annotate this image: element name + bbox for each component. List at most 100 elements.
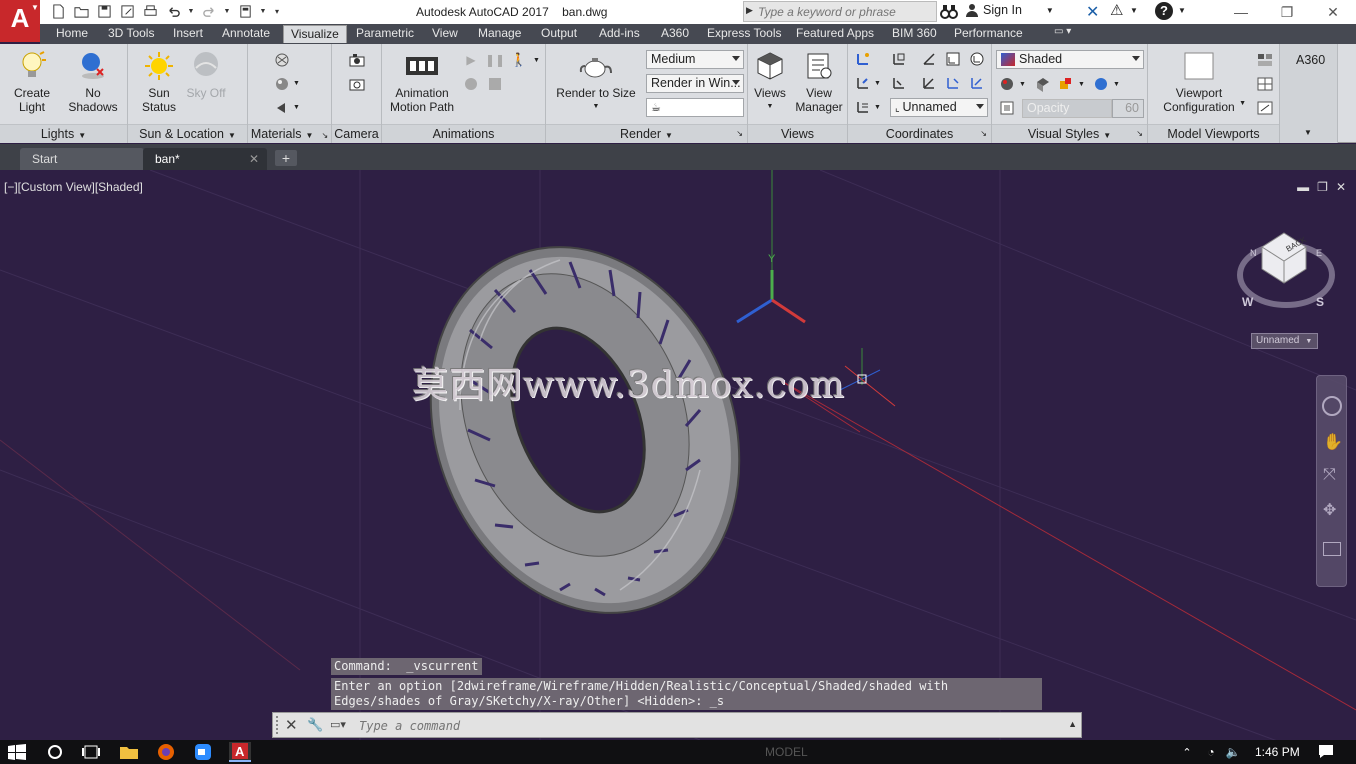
undo-icon[interactable] <box>163 2 183 21</box>
viewcube-ucs-menu[interactable]: Unnamed ▼ <box>1251 333 1318 349</box>
ucs-origin-icon[interactable] <box>920 51 938 67</box>
render-quality-dropdown[interactable]: Medium <box>646 50 744 69</box>
views-button[interactable]: Views ▼ <box>750 50 790 114</box>
chevron-down-icon[interactable]: ▼ <box>222 2 232 21</box>
print-icon[interactable] <box>140 2 160 21</box>
tab-output[interactable]: Output <box>541 26 577 40</box>
firefox-icon[interactable] <box>155 742 177 762</box>
tab-insert[interactable]: Insert <box>173 26 203 40</box>
new-tab-button[interactable]: + <box>275 150 297 166</box>
minimize-icon[interactable]: ▬ <box>1297 180 1309 194</box>
restore-icon[interactable]: ❐ <box>1317 180 1328 194</box>
save-as-icon[interactable] <box>117 2 137 21</box>
exchange-apps-icon[interactable]: ✕ <box>1086 2 1099 22</box>
tab-parametric[interactable]: Parametric <box>356 26 414 40</box>
chevron-down-icon[interactable]: ▼ <box>874 80 881 87</box>
chevron-up-icon[interactable]: ▲ <box>1068 719 1077 729</box>
edge-effects-icon[interactable] <box>1056 76 1074 92</box>
wrench-icon[interactable]: 🔧 <box>307 717 323 733</box>
save-icon[interactable] <box>94 2 114 21</box>
autocad-taskbar-icon[interactable]: A <box>229 742 251 762</box>
play-arrow-icon[interactable]: ▶ <box>746 5 756 16</box>
tire-model[interactable] <box>377 200 792 660</box>
ucs-name-dropdown[interactable]: ⌞ Unnamed <box>890 98 988 117</box>
sign-in-button[interactable]: Sign In ▼ <box>965 3 1054 17</box>
restore-icon[interactable]: ❐ <box>1264 0 1310 24</box>
command-prompt-icon[interactable]: ▭▾ <box>330 718 354 733</box>
command-input[interactable] <box>359 717 1059 734</box>
redo-icon[interactable] <box>199 2 219 21</box>
show-hidden-icons-icon[interactable]: ⌃ <box>1176 742 1198 762</box>
windows-start-icon[interactable] <box>8 744 26 760</box>
panel-title[interactable]: Lights ▼ <box>0 124 127 143</box>
orbit-icon[interactable]: ✥ <box>1323 500 1336 520</box>
ribbon-display-toggle-icon[interactable]: ▭ ▾ <box>1054 26 1071 37</box>
stop-icon[interactable] <box>486 76 504 92</box>
showmotion-icon[interactable] <box>1323 542 1341 556</box>
chevron-down-icon[interactable]: ▼ <box>1130 6 1138 15</box>
panel-title[interactable]: Render ▼ ↘ <box>546 124 747 143</box>
cortana-search-icon[interactable] <box>44 742 66 762</box>
chevron-down-icon[interactable]: ▼ <box>1178 6 1186 15</box>
ucs-z-icon[interactable] <box>944 75 962 91</box>
help-icon[interactable]: ? <box>1155 2 1173 20</box>
render-output-field[interactable]: ☕ <box>646 98 744 117</box>
chevron-down-icon[interactable]: ▼ <box>1304 128 1312 137</box>
ucs-view-icon[interactable] <box>944 51 962 67</box>
chevron-down-icon[interactable]: ▼ <box>186 2 196 21</box>
tab-home[interactable]: Home <box>56 26 88 40</box>
dialog-launcher-icon[interactable]: ↘ <box>736 125 743 143</box>
restore-viewport-icon[interactable] <box>1256 100 1274 116</box>
doc-tab-start[interactable]: Start <box>20 148 144 170</box>
ucs-object-icon[interactable] <box>968 51 986 67</box>
search-box[interactable]: ▶ <box>743 1 937 22</box>
chevron-down-icon[interactable]: ▼ <box>1078 81 1085 88</box>
panel-title[interactable]: Animations <box>382 124 545 143</box>
doc-tab-ban[interactable]: ban* ✕ <box>143 148 267 170</box>
close-icon[interactable]: ✕ <box>249 152 259 166</box>
pan-hand-icon[interactable]: ✋ <box>1323 432 1343 452</box>
camera-display-icon[interactable] <box>348 76 366 92</box>
named-viewports-icon[interactable] <box>1256 52 1274 68</box>
chevron-down-icon[interactable]: ▼ <box>874 104 881 111</box>
drawing-viewport[interactable]: Y [−][Custom View][Shaded] ▬ ❐ ✕ 莫西网www.… <box>0 170 1356 740</box>
visual-effects-icon[interactable] <box>998 76 1016 92</box>
autodesk-a360-icon[interactable]: ⚠ <box>1110 1 1123 19</box>
view-manager-button[interactable]: View Manager <box>792 50 846 114</box>
material-sphere-icon[interactable] <box>273 76 291 92</box>
animation-motion-path-button[interactable]: Animation Motion Path <box>386 50 458 114</box>
dialog-launcher-icon[interactable]: ↘ <box>321 131 328 140</box>
chevron-down-icon[interactable]: ▼ <box>293 104 300 111</box>
panel-title[interactable]: Visual Styles ▼ ↘ <box>992 124 1147 143</box>
a360-label[interactable]: A360 <box>1296 53 1325 67</box>
xray-icon[interactable] <box>998 100 1016 116</box>
ucs-previous-icon[interactable] <box>854 75 872 91</box>
tab-express-tools[interactable]: Express Tools <box>707 26 781 40</box>
render-target-dropdown[interactable]: Render in Win... <box>646 74 744 93</box>
walk-icon[interactable]: 🚶 <box>510 52 528 68</box>
play-icon[interactable]: ▶ <box>462 52 480 68</box>
close-icon[interactable]: ✕ <box>1336 180 1346 194</box>
tab-3d-tools[interactable]: 3D Tools <box>108 26 154 40</box>
search-input[interactable] <box>758 3 934 20</box>
viewport-configuration-button[interactable]: Viewport Configuration ▼ <box>1154 50 1246 114</box>
lighting-icon[interactable] <box>1092 76 1110 92</box>
ucs-x-icon[interactable] <box>890 75 908 91</box>
tab-bim-360[interactable]: BIM 360 <box>892 26 937 40</box>
wifi-icon[interactable]: ◔ <box>1200 742 1222 762</box>
zoom-app-icon[interactable] <box>192 742 214 762</box>
sky-off-button[interactable]: Sky Off <box>182 50 230 100</box>
panel-title[interactable]: Materials ▼ ↘ <box>248 124 331 143</box>
open-folder-icon[interactable] <box>71 2 91 21</box>
tab-visualize[interactable]: Visualize <box>283 25 347 43</box>
panel-title[interactable]: Coordinates ↘ <box>848 124 991 143</box>
minimize-icon[interactable]: — <box>1218 0 1264 24</box>
action-center-icon[interactable] <box>1318 744 1334 759</box>
render-to-size-button[interactable]: Render to Size ▼ <box>554 50 638 114</box>
panel-title[interactable]: Sun & Location ▼ <box>128 124 247 143</box>
dialog-launcher-icon[interactable]: ↘ <box>980 125 987 143</box>
material-mapping-icon[interactable] <box>273 100 291 116</box>
full-navigation-wheel-icon[interactable] <box>1322 396 1342 416</box>
panel-title[interactable]: Model Viewports <box>1148 124 1279 143</box>
ucs-world-icon[interactable] <box>890 51 908 67</box>
